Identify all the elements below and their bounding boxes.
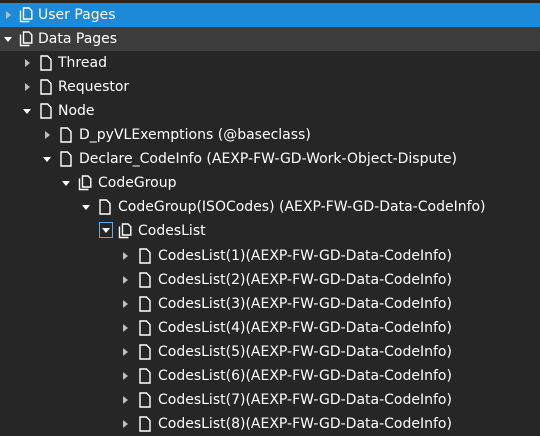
tree-node-codeslist[interactable]: CodesList: [0, 219, 540, 243]
expand-toggle[interactable]: [21, 55, 35, 71]
tree-node-label: CodesList(2)(AEXP-FW-GD-Data-CodeInfo): [158, 272, 452, 288]
expand-toggle[interactable]: [119, 272, 133, 288]
chevron-down-icon: [62, 181, 70, 186]
pages-stack-icon: [78, 175, 92, 191]
chevron-right-icon: [123, 324, 128, 332]
page-icon: [138, 416, 152, 432]
pages-stack-icon: [19, 31, 33, 47]
chevron-right-icon: [123, 252, 128, 260]
chevron-right-icon: [45, 131, 50, 139]
page-icon: [138, 368, 152, 384]
tree-node-codegroup-isocodes[interactable]: CodeGroup(ISOCodes) (AEXP-FW-GD-Data-Cod…: [0, 195, 540, 219]
tree-node-codeslist-item[interactable]: CodesList(3)(AEXP-FW-GD-Data-CodeInfo): [0, 292, 540, 316]
tree-node-codeslist-item[interactable]: CodesList(6)(AEXP-FW-GD-Data-CodeInfo): [0, 364, 540, 388]
tree-node-declare-codeinfo[interactable]: Declare_CodeInfo (AEXP-FW-GD-Work-Object…: [0, 147, 540, 171]
tree-node-codeslist-item[interactable]: CodesList(7)(AEXP-FW-GD-Data-CodeInfo): [0, 388, 540, 412]
page-icon: [138, 296, 152, 312]
chevron-down-icon: [23, 109, 31, 114]
page-icon: [39, 79, 53, 95]
page-icon: [59, 151, 73, 167]
chevron-down-icon: [102, 228, 110, 233]
chevron-right-icon: [123, 300, 128, 308]
tree-node-codeslist-item[interactable]: CodesList(5)(AEXP-FW-GD-Data-CodeInfo): [0, 340, 540, 364]
chevron-right-icon: [123, 276, 128, 284]
tree-node-label: User Pages: [38, 7, 116, 23]
tree-node-thread[interactable]: Thread: [0, 51, 540, 75]
collapse-toggle[interactable]: [99, 222, 113, 238]
tree-node-label: D_pyVLExemptions (@baseclass): [79, 127, 311, 143]
pages-stack-icon: [118, 223, 132, 239]
chevron-right-icon: [123, 348, 128, 356]
chevron-right-icon: [123, 396, 128, 404]
tree-node-codegroup[interactable]: CodeGroup: [0, 171, 540, 195]
tree-node-label: CodesList(5)(AEXP-FW-GD-Data-CodeInfo): [158, 344, 452, 360]
chevron-right-icon: [123, 372, 128, 380]
tree-node-codeslist-item[interactable]: CodesList(4)(AEXP-FW-GD-Data-CodeInfo): [0, 316, 540, 340]
chevron-down-icon: [43, 157, 51, 162]
tree-node-label: CodesList(1)(AEXP-FW-GD-Data-CodeInfo): [158, 248, 452, 264]
page-icon: [138, 344, 152, 360]
page-icon: [39, 55, 53, 71]
chevron-right-icon: [123, 420, 128, 428]
chevron-right-icon: [25, 59, 30, 67]
expand-toggle[interactable]: [119, 320, 133, 336]
tree-node-label: Declare_CodeInfo (AEXP-FW-GD-Work-Object…: [79, 151, 457, 167]
page-icon: [138, 248, 152, 264]
pages-stack-icon: [19, 7, 33, 23]
expand-toggle[interactable]: [41, 127, 55, 143]
expand-toggle[interactable]: [119, 416, 133, 432]
tree-node-user-pages[interactable]: User Pages: [0, 3, 540, 27]
tree-node-label: CodesList(3)(AEXP-FW-GD-Data-CodeInfo): [158, 296, 452, 312]
tree-node-node[interactable]: Node: [0, 99, 540, 123]
collapse-toggle[interactable]: [80, 199, 94, 215]
page-icon: [59, 127, 73, 143]
tree-node-label: CodeGroup: [98, 175, 177, 191]
chevron-right-icon: [25, 83, 30, 91]
collapse-toggle[interactable]: [2, 31, 16, 47]
expand-toggle[interactable]: [119, 392, 133, 408]
page-icon: [39, 103, 53, 119]
expand-toggle[interactable]: [21, 79, 35, 95]
tree-node-codeslist-item[interactable]: CodesList(2)(AEXP-FW-GD-Data-CodeInfo): [0, 268, 540, 292]
tree-node-d-pyvlexemptions[interactable]: D_pyVLExemptions (@baseclass): [0, 123, 540, 147]
chevron-right-icon: [6, 11, 11, 19]
tree-node-label: Data Pages: [38, 31, 118, 47]
tree-node-label: Node: [58, 103, 95, 119]
tree-node-requestor[interactable]: Requestor: [0, 75, 540, 99]
chevron-down-icon: [82, 205, 90, 210]
collapse-toggle[interactable]: [21, 103, 35, 119]
page-icon: [138, 272, 152, 288]
tree-node-codeslist-item[interactable]: CodesList(8)(AEXP-FW-GD-Data-CodeInfo): [0, 412, 540, 436]
page-icon: [138, 392, 152, 408]
page-icon: [98, 199, 112, 215]
collapse-toggle[interactable]: [41, 151, 55, 167]
collapse-toggle[interactable]: [60, 175, 74, 191]
tree-node-data-pages[interactable]: Data Pages: [0, 27, 540, 51]
chevron-down-icon: [4, 37, 12, 42]
tree-node-label: CodesList(7)(AEXP-FW-GD-Data-CodeInfo): [158, 392, 452, 408]
expand-toggle[interactable]: [119, 296, 133, 312]
tree-node-label: CodesList(6)(AEXP-FW-GD-Data-CodeInfo): [158, 368, 452, 384]
expand-toggle[interactable]: [119, 344, 133, 360]
tree-node-label: CodeGroup(ISOCodes) (AEXP-FW-GD-Data-Cod…: [118, 199, 486, 215]
expand-toggle[interactable]: [119, 368, 133, 384]
tree-node-label: CodesList: [138, 223, 206, 239]
expand-toggle[interactable]: [119, 248, 133, 264]
tree-node-codeslist-item[interactable]: CodesList(1)(AEXP-FW-GD-Data-CodeInfo): [0, 244, 540, 268]
tree-node-label: Requestor: [58, 79, 130, 95]
expand-toggle[interactable]: [2, 7, 16, 23]
tree-node-label: Thread: [58, 55, 107, 71]
tree-node-label: CodesList(8)(AEXP-FW-GD-Data-CodeInfo): [158, 416, 452, 432]
tree-node-label: CodesList(4)(AEXP-FW-GD-Data-CodeInfo): [158, 320, 452, 336]
page-icon: [138, 320, 152, 336]
